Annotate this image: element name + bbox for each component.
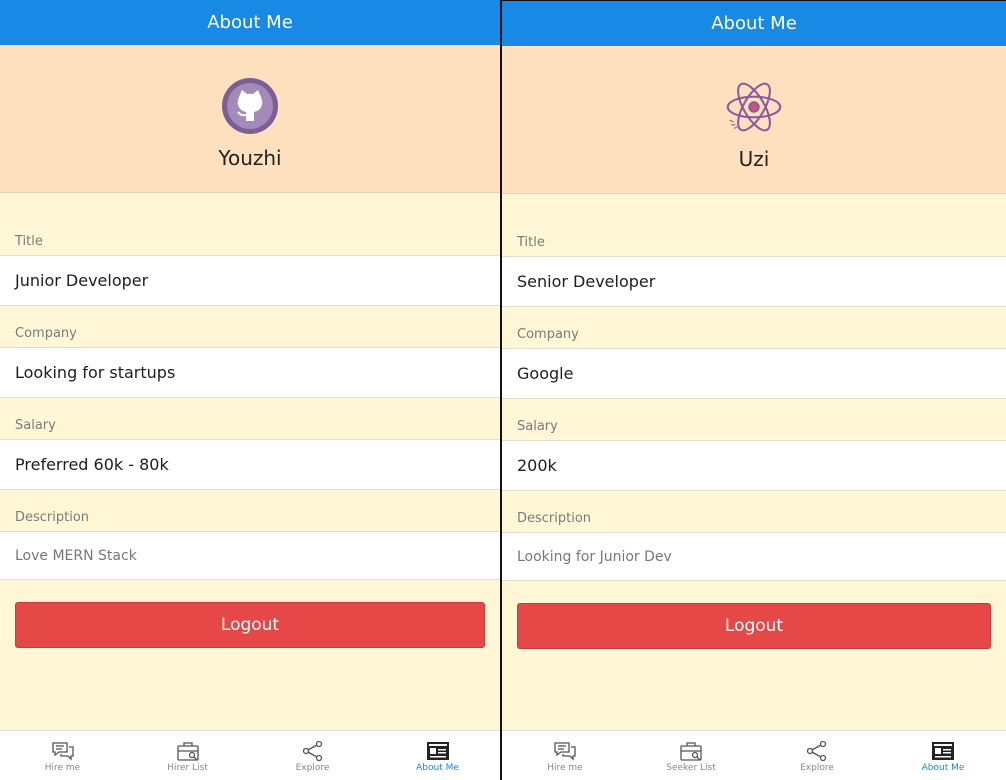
tab-label: About Me bbox=[921, 763, 965, 773]
description-label: Description bbox=[517, 511, 592, 526]
title-field[interactable]: Senior Developer bbox=[502, 256, 1006, 307]
description-field[interactable]: Looking for Junior Dev bbox=[502, 532, 1006, 581]
chat-bubbles-icon bbox=[554, 742, 576, 761]
id-card-icon bbox=[932, 742, 954, 760]
chat-bubbles-icon bbox=[51, 742, 74, 761]
salary-label: Salary bbox=[517, 419, 558, 434]
company-field[interactable]: Looking for startups bbox=[0, 347, 500, 398]
share-nodes-icon bbox=[302, 740, 322, 762]
profile-header: Uzi bbox=[502, 46, 1006, 194]
logout-button[interactable]: Logout bbox=[517, 603, 991, 649]
tab-seeker-list[interactable]: Seeker List bbox=[628, 731, 754, 780]
logout-button[interactable]: Logout bbox=[15, 602, 485, 648]
tab-about-me[interactable]: About Me bbox=[880, 731, 1006, 780]
react-atom-icon bbox=[724, 77, 784, 137]
company-label: Company bbox=[15, 326, 77, 341]
logout-container: Logout bbox=[502, 581, 1006, 649]
phone-screen-left: About Me Youzhi Title Junior Developer C… bbox=[0, 0, 500, 780]
phone-screen-right: About Me Uzi Title Senior Developer Comp… bbox=[502, 1, 1006, 780]
tab-hire-me[interactable]: Hire me bbox=[502, 731, 628, 780]
username: Youzhi bbox=[218, 146, 282, 170]
salary-field[interactable]: 200k bbox=[502, 440, 1006, 491]
github-octocat-icon bbox=[220, 76, 280, 136]
tab-explore[interactable]: Explore bbox=[250, 731, 375, 780]
description-field[interactable]: Love MERN Stack bbox=[0, 531, 500, 580]
tab-explore[interactable]: Explore bbox=[754, 731, 880, 780]
profile-header: Youzhi bbox=[0, 45, 500, 193]
username: Uzi bbox=[738, 147, 770, 171]
title-label: Title bbox=[15, 234, 43, 249]
salary-field[interactable]: Preferred 60k - 80k bbox=[0, 439, 500, 490]
company-label: Company bbox=[517, 327, 579, 342]
title-field[interactable]: Junior Developer bbox=[0, 255, 500, 306]
briefcase-icon bbox=[680, 742, 702, 761]
tab-about-me[interactable]: About Me bbox=[375, 731, 500, 780]
briefcase-icon bbox=[176, 742, 199, 761]
tab-label: About Me bbox=[416, 763, 459, 773]
id-card-icon bbox=[426, 742, 449, 760]
title-label: Title bbox=[517, 235, 545, 250]
tab-bar: Hire me Seeker List Explore About Me bbox=[502, 730, 1006, 780]
tab-hirer-list[interactable]: Hirer List bbox=[125, 731, 250, 780]
tab-hire-me[interactable]: Hire me bbox=[0, 731, 125, 780]
logout-container: Logout bbox=[0, 580, 500, 648]
tab-label: Hire me bbox=[44, 763, 81, 773]
tab-label: Hire me bbox=[547, 763, 583, 773]
salary-label: Salary bbox=[15, 418, 56, 433]
tab-label: Hirer List bbox=[167, 763, 208, 773]
company-field[interactable]: Google bbox=[502, 348, 1006, 399]
tab-label: Explore bbox=[295, 763, 330, 773]
tab-bar: Hire me Hirer List Explore About Me bbox=[0, 730, 500, 780]
tab-label: Seeker List bbox=[666, 763, 716, 773]
share-nodes-icon bbox=[806, 740, 827, 762]
tab-label: Explore bbox=[800, 763, 834, 773]
description-label: Description bbox=[15, 510, 90, 525]
nav-title: About Me bbox=[0, 0, 500, 45]
nav-title: About Me bbox=[502, 1, 1006, 46]
